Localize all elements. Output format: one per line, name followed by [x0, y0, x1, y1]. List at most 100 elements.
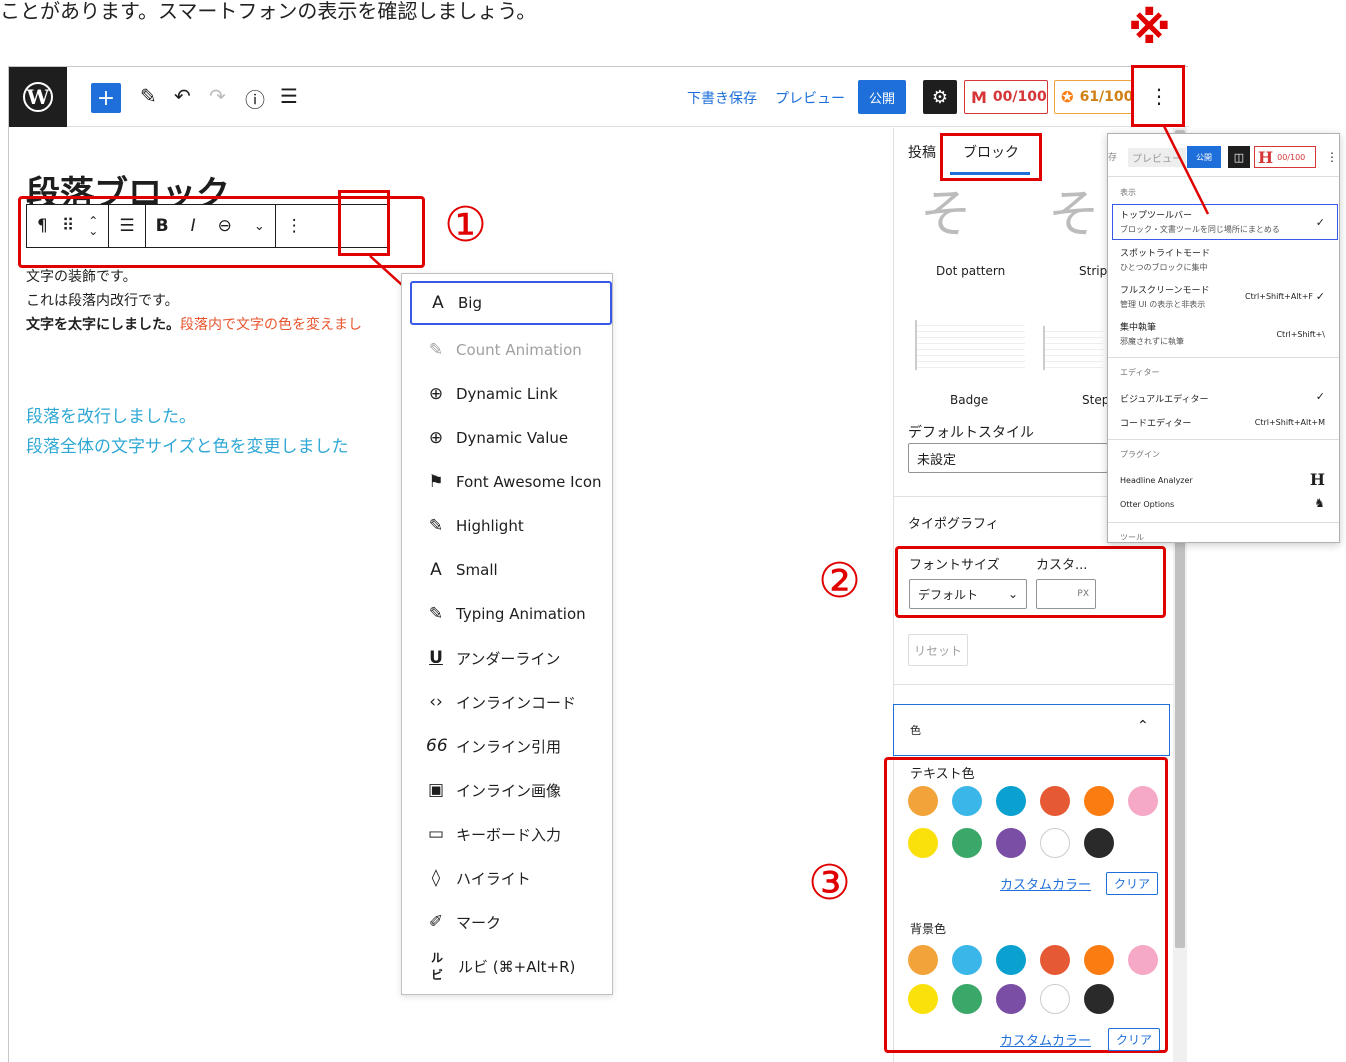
text-color-swatch[interactable] — [996, 828, 1026, 858]
clear-button[interactable]: クリア — [1106, 872, 1159, 895]
bg-color-swatch[interactable] — [908, 984, 938, 1014]
text-color-swatch[interactable] — [1084, 828, 1114, 858]
score-badge-m[interactable]: M 00/100 — [964, 80, 1048, 114]
color-section-header[interactable] — [893, 704, 1170, 756]
text-color-swatch[interactable] — [1040, 786, 1070, 816]
bg-color-swatch[interactable] — [996, 984, 1026, 1014]
format-item-typing-animation[interactable]: ✎ Typing Animation — [402, 592, 614, 636]
format-item-inline-image[interactable]: ▣ インライン画像 — [402, 768, 614, 812]
bg-color-swatch[interactable] — [952, 984, 982, 1014]
style-thumbnail-step[interactable] — [1043, 326, 1103, 370]
undo-icon[interactable]: ↶ — [174, 84, 191, 108]
style-thumbnail-badge[interactable] — [915, 320, 1025, 370]
menu-item-distraction-free[interactable]: 集中執筆 — [1120, 320, 1156, 333]
style-label-strip: Strip — [1079, 264, 1108, 278]
bg-color-swatch[interactable] — [996, 945, 1026, 975]
format-item-label: Font Awesome Icon — [456, 473, 602, 491]
text-color-swatch[interactable] — [908, 786, 938, 816]
text-color-swatch[interactable] — [1128, 786, 1158, 816]
format-item-inline-code[interactable]: ‹› インラインコード — [402, 680, 614, 724]
reset-button[interactable]: リセット — [908, 634, 968, 666]
pen-icon: ✎ — [428, 604, 444, 624]
format-item-label: インライン画像 — [456, 781, 562, 800]
bg-color-swatch[interactable] — [1040, 945, 1070, 975]
format-item-count-animation[interactable]: ✎ Count Animation — [402, 328, 614, 372]
score-badge-o[interactable]: ✪ 61/100 — [1054, 80, 1134, 114]
style-thumbnail-strip[interactable]: そ — [1048, 172, 1100, 247]
format-item-underline[interactable]: U アンダーライン — [402, 636, 614, 680]
bg-color-swatch[interactable] — [952, 945, 982, 975]
info-icon[interactable]: ⓘ — [245, 84, 265, 113]
publish-button[interactable]: 公開 — [858, 80, 906, 114]
format-item-inline-quote[interactable]: 66 インライン引用 — [402, 724, 614, 768]
format-item-ruby[interactable]: ルビ ルビ (⌘+Alt+R) — [402, 944, 614, 988]
bg-color-swatch[interactable] — [1084, 945, 1114, 975]
shortcut-fullscreen: Ctrl+Shift+Alt+F — [1245, 292, 1313, 301]
preview-button[interactable]: プレビュー — [775, 88, 845, 108]
text-color-swatch[interactable] — [1084, 786, 1114, 816]
pen-icon: ✎ — [428, 516, 444, 536]
format-item-label: インライン引用 — [456, 737, 562, 756]
format-item-label: アンダーライン — [456, 649, 561, 668]
settings-gear-icon[interactable]: ⚙ — [923, 80, 957, 114]
paragraph-line-1: 文字の装飾です。 — [26, 269, 137, 285]
custom-color-link[interactable]: カスタムカラー — [1000, 874, 1091, 893]
score-value-2: 61/100 — [1079, 89, 1134, 105]
globe-icon: ⊕ — [428, 384, 444, 404]
pencil-icon[interactable]: ✎ — [140, 84, 157, 108]
format-item-keyboard[interactable]: ▭ キーボード入力 — [402, 812, 614, 856]
format-item-highlight[interactable]: ✎ Highlight — [402, 504, 614, 548]
score-value: 00/100 — [992, 89, 1047, 105]
list-view-icon[interactable]: ☰ — [280, 84, 298, 108]
menu-item-spotlight[interactable]: スポットライトモード — [1120, 246, 1210, 259]
menu-item-fullscreen[interactable]: フルスクリーンモード — [1120, 283, 1210, 296]
text-color-swatch[interactable] — [952, 828, 982, 858]
shortcut-code: Ctrl+Shift+Alt+M — [1254, 418, 1325, 427]
menu-save-label: 存 — [1108, 153, 1118, 163]
typography-heading[interactable]: タイポグラフィ — [908, 513, 999, 532]
format-item-font-awesome[interactable]: ⚑ Font Awesome Icon — [402, 460, 614, 504]
clear-button-bg[interactable]: クリア — [1108, 1028, 1161, 1051]
annotation-box-kome — [1131, 65, 1185, 127]
paragraph-line-3: 文字を太字にしました。段落内で文字の色を変えまし — [26, 314, 362, 334]
text-color-swatch[interactable] — [996, 786, 1026, 816]
globe-icon: ⊕ — [428, 428, 444, 448]
format-item-dynamic-link[interactable]: ⊕ Dynamic Link — [402, 372, 614, 416]
bg-color-swatch[interactable] — [1040, 984, 1070, 1014]
tab-post[interactable]: 投稿 — [908, 142, 936, 162]
red-text: 段落内で文字の色を変えまし — [180, 317, 362, 333]
bg-color-swatch[interactable] — [1128, 945, 1158, 975]
menu-item-visual-editor[interactable]: ビジュアルエディター — [1120, 392, 1208, 405]
format-item-mark[interactable]: ✐ マーク — [402, 900, 614, 944]
default-style-select[interactable]: 未設定 — [908, 443, 1108, 473]
format-item-label: Highlight — [456, 517, 524, 535]
bg-color-swatch[interactable] — [908, 945, 938, 975]
menu-item-code-editor[interactable]: コードエディター — [1120, 416, 1191, 429]
keyboard-icon: ▭ — [427, 824, 445, 844]
menu-editor-heading: エディター — [1120, 368, 1160, 377]
ruby-icon: ルビ — [430, 951, 443, 982]
style-thumbnail-dot[interactable]: そ — [920, 172, 972, 247]
bg-color-swatch[interactable] — [1084, 984, 1114, 1014]
add-block-button[interactable]: + — [91, 83, 121, 113]
menu-view-heading: 表示 — [1120, 188, 1136, 197]
paragraph-line-2: これは段落内改行です。 — [26, 293, 179, 309]
format-item-label: キーボード入力 — [456, 825, 562, 844]
format-item-highlight-ja[interactable]: ◊ ハイライト — [402, 856, 614, 900]
text-color-swatch[interactable] — [952, 786, 982, 816]
otter-icon: ♞ — [1314, 496, 1325, 510]
menu-item-otter-options[interactable]: Otter Options — [1120, 500, 1174, 509]
text-color-swatch[interactable] — [908, 828, 938, 858]
format-item-dynamic-value[interactable]: ⊕ Dynamic Value — [402, 416, 614, 460]
menu-item-distraction-sub: 邪魔されずに執筆 — [1120, 337, 1184, 346]
chevron-up-icon[interactable]: ⌃ — [1137, 718, 1149, 734]
format-item-small[interactable]: A Small — [402, 548, 614, 592]
format-item-big[interactable]: A Big — [410, 281, 612, 325]
menu-tools-heading: ツール — [1120, 533, 1144, 542]
wordpress-logo[interactable]: W — [9, 67, 67, 127]
text-color-swatch[interactable] — [1040, 828, 1070, 858]
redo-icon[interactable]: ↷ — [209, 84, 226, 108]
menu-item-headline-analyzer[interactable]: Headline Analyzer — [1120, 476, 1193, 485]
save-draft-button[interactable]: 下書き保存 — [687, 88, 757, 108]
custom-color-link-bg[interactable]: カスタムカラー — [1000, 1030, 1091, 1049]
